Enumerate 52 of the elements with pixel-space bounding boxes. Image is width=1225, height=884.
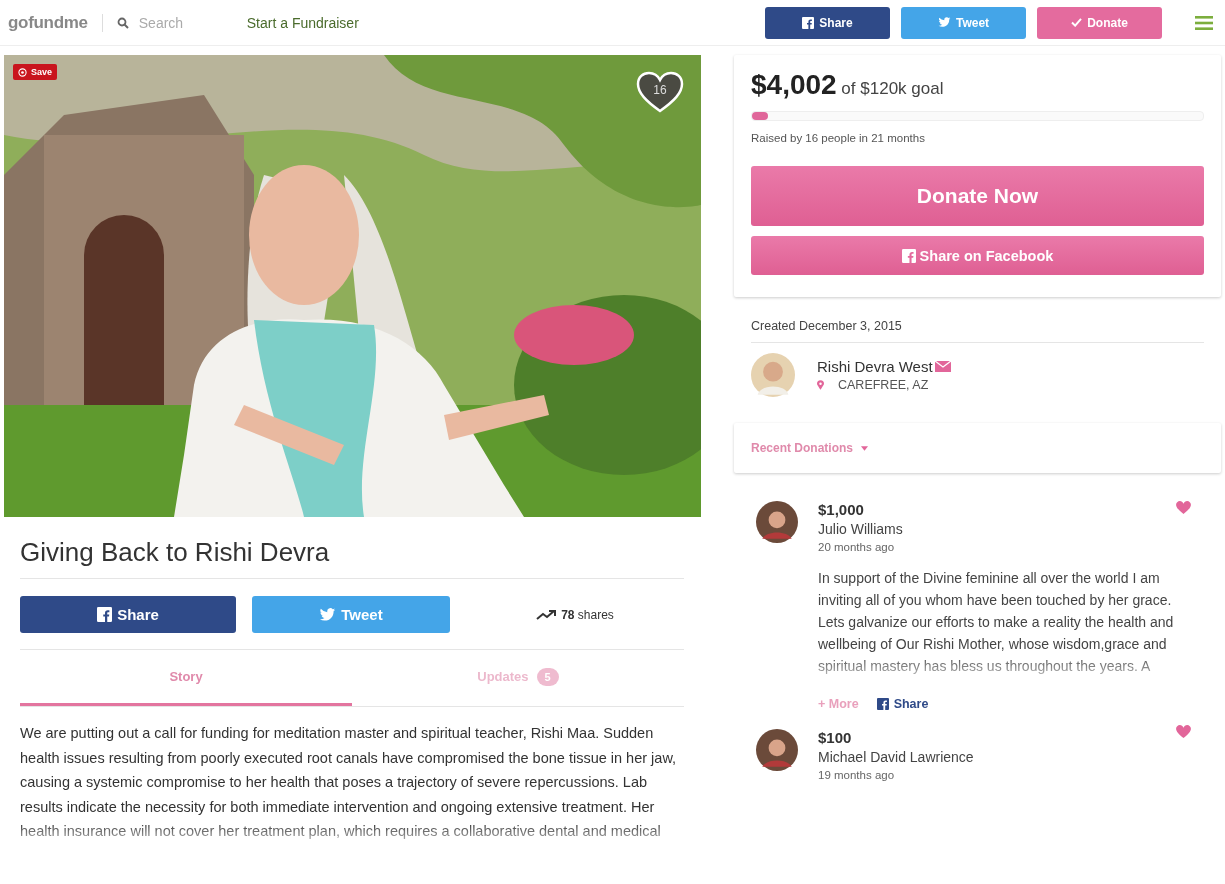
- heart-icon[interactable]: [1176, 501, 1191, 514]
- donation-time: 19 months ago: [818, 769, 896, 781]
- bird-icon: [319, 607, 337, 622]
- donate-now-button[interactable]: Donate Now: [751, 166, 1204, 226]
- donation-message: In support of the Divine feminine all over the world I am inviting all of you whom have been touched by her grace. Lets galvanize our efforts to make a reality the health and wellbeing of Our Rishi Mother, whose wisdom,grace and spiritual mastery has bless us throughout the years. A: [818, 569, 1175, 676]
- tab[interactable]: Updates 5: [352, 650, 684, 706]
- count-badge: 5: [536, 667, 559, 686]
- share-button[interactable]: Share: [20, 596, 236, 633]
- search-field[interactable]: Search: [136, 13, 221, 32]
- search-icon: [116, 16, 129, 29]
- shares-count: 78 shares: [561, 607, 614, 622]
- mail-icon[interactable]: [934, 361, 951, 372]
- heart-button[interactable]: 16: [636, 71, 684, 113]
- donor-name: Michael David Lawrience: [818, 749, 975, 765]
- campaign-title: Giving Back to Rishi Devra: [20, 537, 684, 579]
- story-text: We are putting out a call for funding for meditation master and spiritual teacher, Rishi Maa. Sudden health issues resulting from poorly executed root canals have compromised the bone tissue in her jaw, causing a systemic compromise to her health that poses a trajectory of severe repercussions. Lab results indicate the necessity for both immediate intervention and ongoing extensive treatment. Her health insurance will not cover her treatment plan, which requires a collaborative dental and medical: [20, 724, 678, 841]
- target-icon: [18, 67, 27, 77]
- menu-icon[interactable]: [1195, 15, 1213, 30]
- facebook-icon: [97, 607, 113, 622]
- donation-amount: $1,000: [818, 501, 864, 518]
- share-button[interactable]: Share: [765, 6, 890, 39]
- heart-icon[interactable]: [1176, 725, 1191, 738]
- facebook-icon: [802, 16, 815, 29]
- tweet-button[interactable]: Tweet: [901, 6, 1026, 39]
- more-link[interactable]: + More: [818, 697, 859, 711]
- donate-button[interactable]: Donate: [1037, 6, 1162, 39]
- location-pin-icon: [817, 380, 824, 390]
- share-link[interactable]: Share: [893, 697, 929, 711]
- save-button[interactable]: Save: [13, 64, 58, 80]
- raised-by-text: Raised by 16 people in 21 months: [751, 132, 926, 144]
- caret-icon: [861, 445, 868, 451]
- share-on-facebook-button[interactable]: Share on Facebook: [751, 236, 1204, 275]
- facebook-icon: [901, 248, 916, 263]
- check-icon: [1071, 18, 1083, 27]
- donation-amount: $100: [818, 729, 852, 746]
- tab[interactable]: Story: [20, 650, 352, 706]
- recent-donations-dropdown[interactable]: Recent Donations: [751, 441, 868, 455]
- start-fundraiser-link[interactable]: Start a Fundraiser: [246, 14, 359, 31]
- avatar: [756, 501, 798, 543]
- donation-time: 20 months ago: [818, 541, 896, 553]
- organizer-location: CAREFREE, AZ: [838, 378, 929, 392]
- organizer-name: Rishi Devra West: [817, 358, 933, 375]
- trend-icon: [536, 609, 557, 620]
- created-date: Created December 3, 2015: [751, 319, 1204, 343]
- avatar: [756, 729, 798, 771]
- facebook-icon: [876, 698, 889, 710]
- raised-amount: $4,002 of $120k goal: [751, 69, 945, 101]
- donor-name: Julio Williams: [818, 521, 904, 537]
- bird-icon: [937, 17, 951, 28]
- logo[interactable]: gofundme: [8, 12, 88, 33]
- avatar: [751, 353, 795, 397]
- tweet-button[interactable]: Tweet: [252, 596, 450, 633]
